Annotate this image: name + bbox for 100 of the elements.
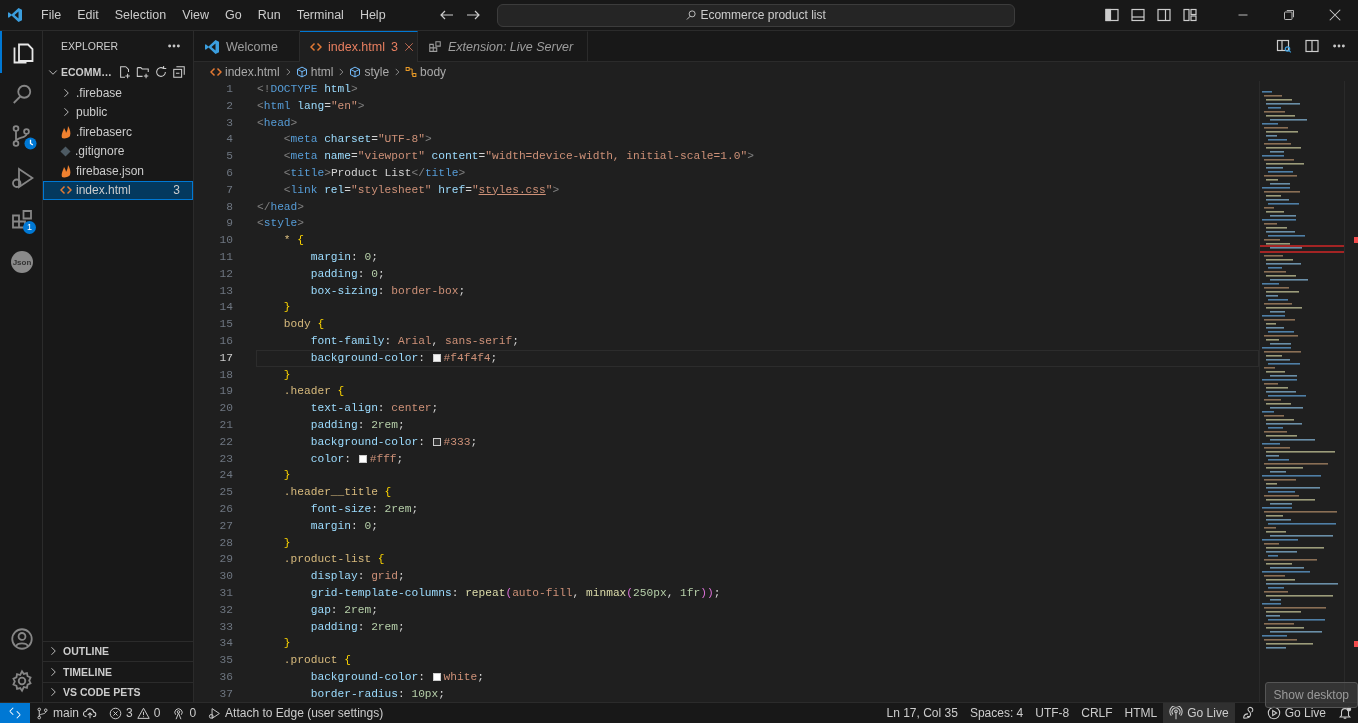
menu-item[interactable]: File <box>33 8 70 22</box>
panel-toggle-icon[interactable] <box>1130 7 1146 23</box>
line-number: 30 <box>219 570 233 583</box>
code-text: } <box>282 535 291 551</box>
open-preview-icon[interactable] <box>1276 38 1292 54</box>
editor-tab[interactable]: index.html 3 <box>300 31 418 62</box>
close-icon[interactable] <box>1328 8 1342 22</box>
line-number: 28 <box>219 536 233 549</box>
line-number: 4 <box>226 133 233 146</box>
status-item[interactable]: HTML <box>1118 703 1164 723</box>
ports-button[interactable]: 0 <box>166 703 203 723</box>
problems-button[interactable]: 3 0 <box>103 703 167 723</box>
menu-item[interactable]: Go <box>217 8 250 22</box>
search-icon[interactable] <box>10 82 34 106</box>
refresh-icon[interactable] <box>153 65 168 79</box>
status-item[interactable]: Ln 17, Col 35 <box>880 703 964 723</box>
folder-name[interactable]: ECOMM… <box>61 66 112 78</box>
line-number: 19 <box>219 385 233 398</box>
file-tree-item[interactable]: .gitignore <box>43 141 193 161</box>
run-debug-icon[interactable] <box>10 166 34 190</box>
command-center-field[interactable]: Ecommerce product list <box>496 3 1015 27</box>
file-tree-item[interactable]: index.html 3 <box>43 180 193 200</box>
file-tree-item[interactable]: .firebaserc <box>43 122 193 142</box>
line-number: 21 <box>219 418 233 431</box>
debug-launch-button[interactable]: Attach to Edge (user settings) <box>202 703 390 723</box>
debug-icon <box>208 706 222 720</box>
error-marker <box>1354 641 1358 647</box>
remote-button[interactable] <box>0 703 30 723</box>
line-number: 7 <box>226 183 233 196</box>
split-editor-icon[interactable] <box>1304 38 1320 54</box>
play-circle-icon <box>1266 706 1281 720</box>
line-number: 35 <box>219 654 233 667</box>
cube-icon <box>295 65 308 78</box>
settings-icon[interactable] <box>10 669 34 693</box>
menu-item[interactable]: Run <box>249 8 289 22</box>
line-number: 14 <box>219 301 233 314</box>
problem-count: 3 <box>173 183 180 198</box>
account-icon[interactable] <box>10 627 34 651</box>
code-text: <meta charset="UTF-8"> <box>282 132 432 148</box>
line-number: 13 <box>219 284 233 297</box>
close-icon[interactable] <box>403 42 414 52</box>
layout-icon[interactable] <box>1182 7 1198 23</box>
line-number: 22 <box>219 435 233 448</box>
json-icon[interactable]: Json <box>11 251 33 273</box>
code-text: background-color: <box>309 350 426 366</box>
branch-button[interactable]: main <box>30 703 103 723</box>
code-text: padding: 2rem; <box>309 619 405 635</box>
breadcrumb-item[interactable]: style <box>349 64 390 79</box>
notification-badge: 1 <box>23 221 36 234</box>
code-text: .header__title { <box>282 485 392 501</box>
sidebar-toggle-icon[interactable] <box>1104 7 1120 23</box>
secondary-sidebar-icon[interactable] <box>1156 7 1172 23</box>
code-text: } <box>282 636 291 652</box>
code-text: color: <box>309 451 352 467</box>
color-swatch[interactable] <box>358 454 367 463</box>
error-marker <box>1354 237 1358 243</box>
warning-icon <box>136 706 150 720</box>
code-text: font-family: Arial, sans-serif; <box>309 333 519 349</box>
file-tree-item[interactable]: public <box>43 102 193 122</box>
code-text: } <box>282 367 291 383</box>
line-number: 25 <box>219 486 233 499</box>
file-tree-item[interactable]: firebase.json <box>43 161 193 181</box>
collapse-all-icon[interactable] <box>171 65 186 79</box>
color-swatch[interactable] <box>432 438 441 447</box>
line-number: 33 <box>219 620 233 633</box>
code-text: background-color: <box>309 669 426 685</box>
status-item[interactable]: Go Live <box>1163 703 1235 723</box>
code-text: <title>Product List</title> <box>282 166 466 181</box>
color-swatch[interactable] <box>432 673 441 682</box>
menu-item[interactable]: Selection <box>106 8 175 22</box>
color-swatch[interactable] <box>432 354 441 363</box>
pane-header[interactable]: OUTLINE <box>43 640 193 661</box>
breadcrumb-item[interactable]: html <box>295 64 334 79</box>
line-number: 29 <box>219 553 233 566</box>
breadcrumb-item[interactable]: body <box>405 64 447 79</box>
menu-item[interactable]: Edit <box>69 8 107 22</box>
file-tree-item[interactable]: .firebase <box>43 83 193 103</box>
menu-item[interactable]: View <box>174 8 217 22</box>
line-number: 26 <box>219 502 233 515</box>
breadcrumb-item[interactable]: index.html <box>210 64 280 79</box>
status-item[interactable]: Spaces: 4 <box>963 703 1030 723</box>
new-file-icon[interactable] <box>117 65 132 79</box>
status-item[interactable]: CRLF <box>1075 703 1119 723</box>
code-text: <meta name="viewport" content="width=device-width, initial-scale=1.0"> <box>282 149 754 165</box>
code-text: border-radius: 10px; <box>309 686 445 702</box>
antenna-icon <box>172 706 186 720</box>
new-folder-icon[interactable] <box>135 65 150 79</box>
menu-item[interactable]: Help <box>351 8 394 22</box>
status-item[interactable]: UTF-8 <box>1029 703 1076 723</box>
code-text: gap: 2rem; <box>309 602 378 618</box>
branch-icon <box>36 706 49 720</box>
broadcast-icon <box>1169 706 1184 720</box>
line-number: 31 <box>219 586 233 599</box>
restore-icon[interactable] <box>1283 9 1295 21</box>
code-text: .header { <box>282 384 345 400</box>
line-number: 16 <box>219 334 233 347</box>
menu-item[interactable]: Terminal <box>288 8 352 22</box>
line-number: 36 <box>219 670 233 683</box>
code-text: } <box>282 300 291 316</box>
pane-header[interactable]: TIMELINE <box>43 661 193 682</box>
